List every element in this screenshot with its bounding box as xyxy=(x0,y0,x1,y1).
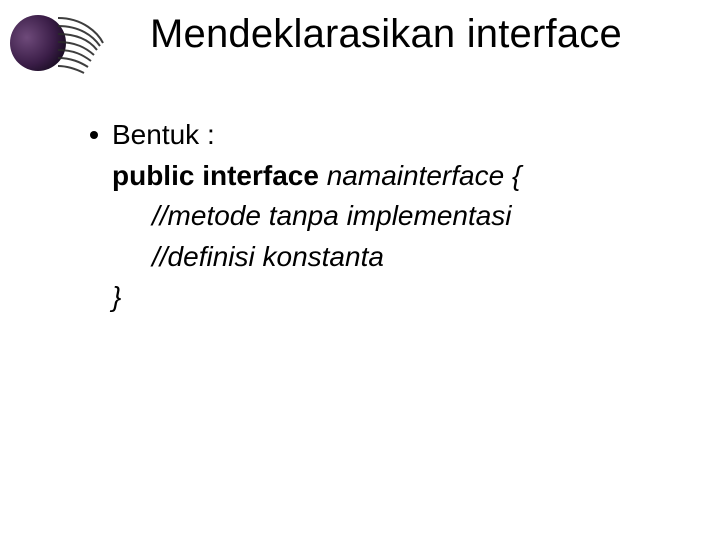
code-line: } xyxy=(90,277,680,318)
slide-title: Mendeklarasikan interface xyxy=(150,12,622,57)
code-brace: { xyxy=(512,160,521,191)
code-name: namainterface xyxy=(327,160,504,191)
code-line: //metode tanpa implementasi xyxy=(90,196,680,237)
bullet-item: Bentuk : xyxy=(90,115,680,156)
code-keyword: public interface xyxy=(112,160,319,191)
university-logo xyxy=(8,8,108,78)
bullet-dot-icon xyxy=(90,131,98,139)
bullet-label: Bentuk : xyxy=(112,115,215,156)
slide-content: Bentuk : public interface namainterface … xyxy=(90,115,680,318)
code-line: public interface namainterface { xyxy=(90,156,680,197)
slide: Mendeklarasikan interface Bentuk : publi… xyxy=(0,0,720,540)
code-line: //definisi konstanta xyxy=(90,237,680,278)
